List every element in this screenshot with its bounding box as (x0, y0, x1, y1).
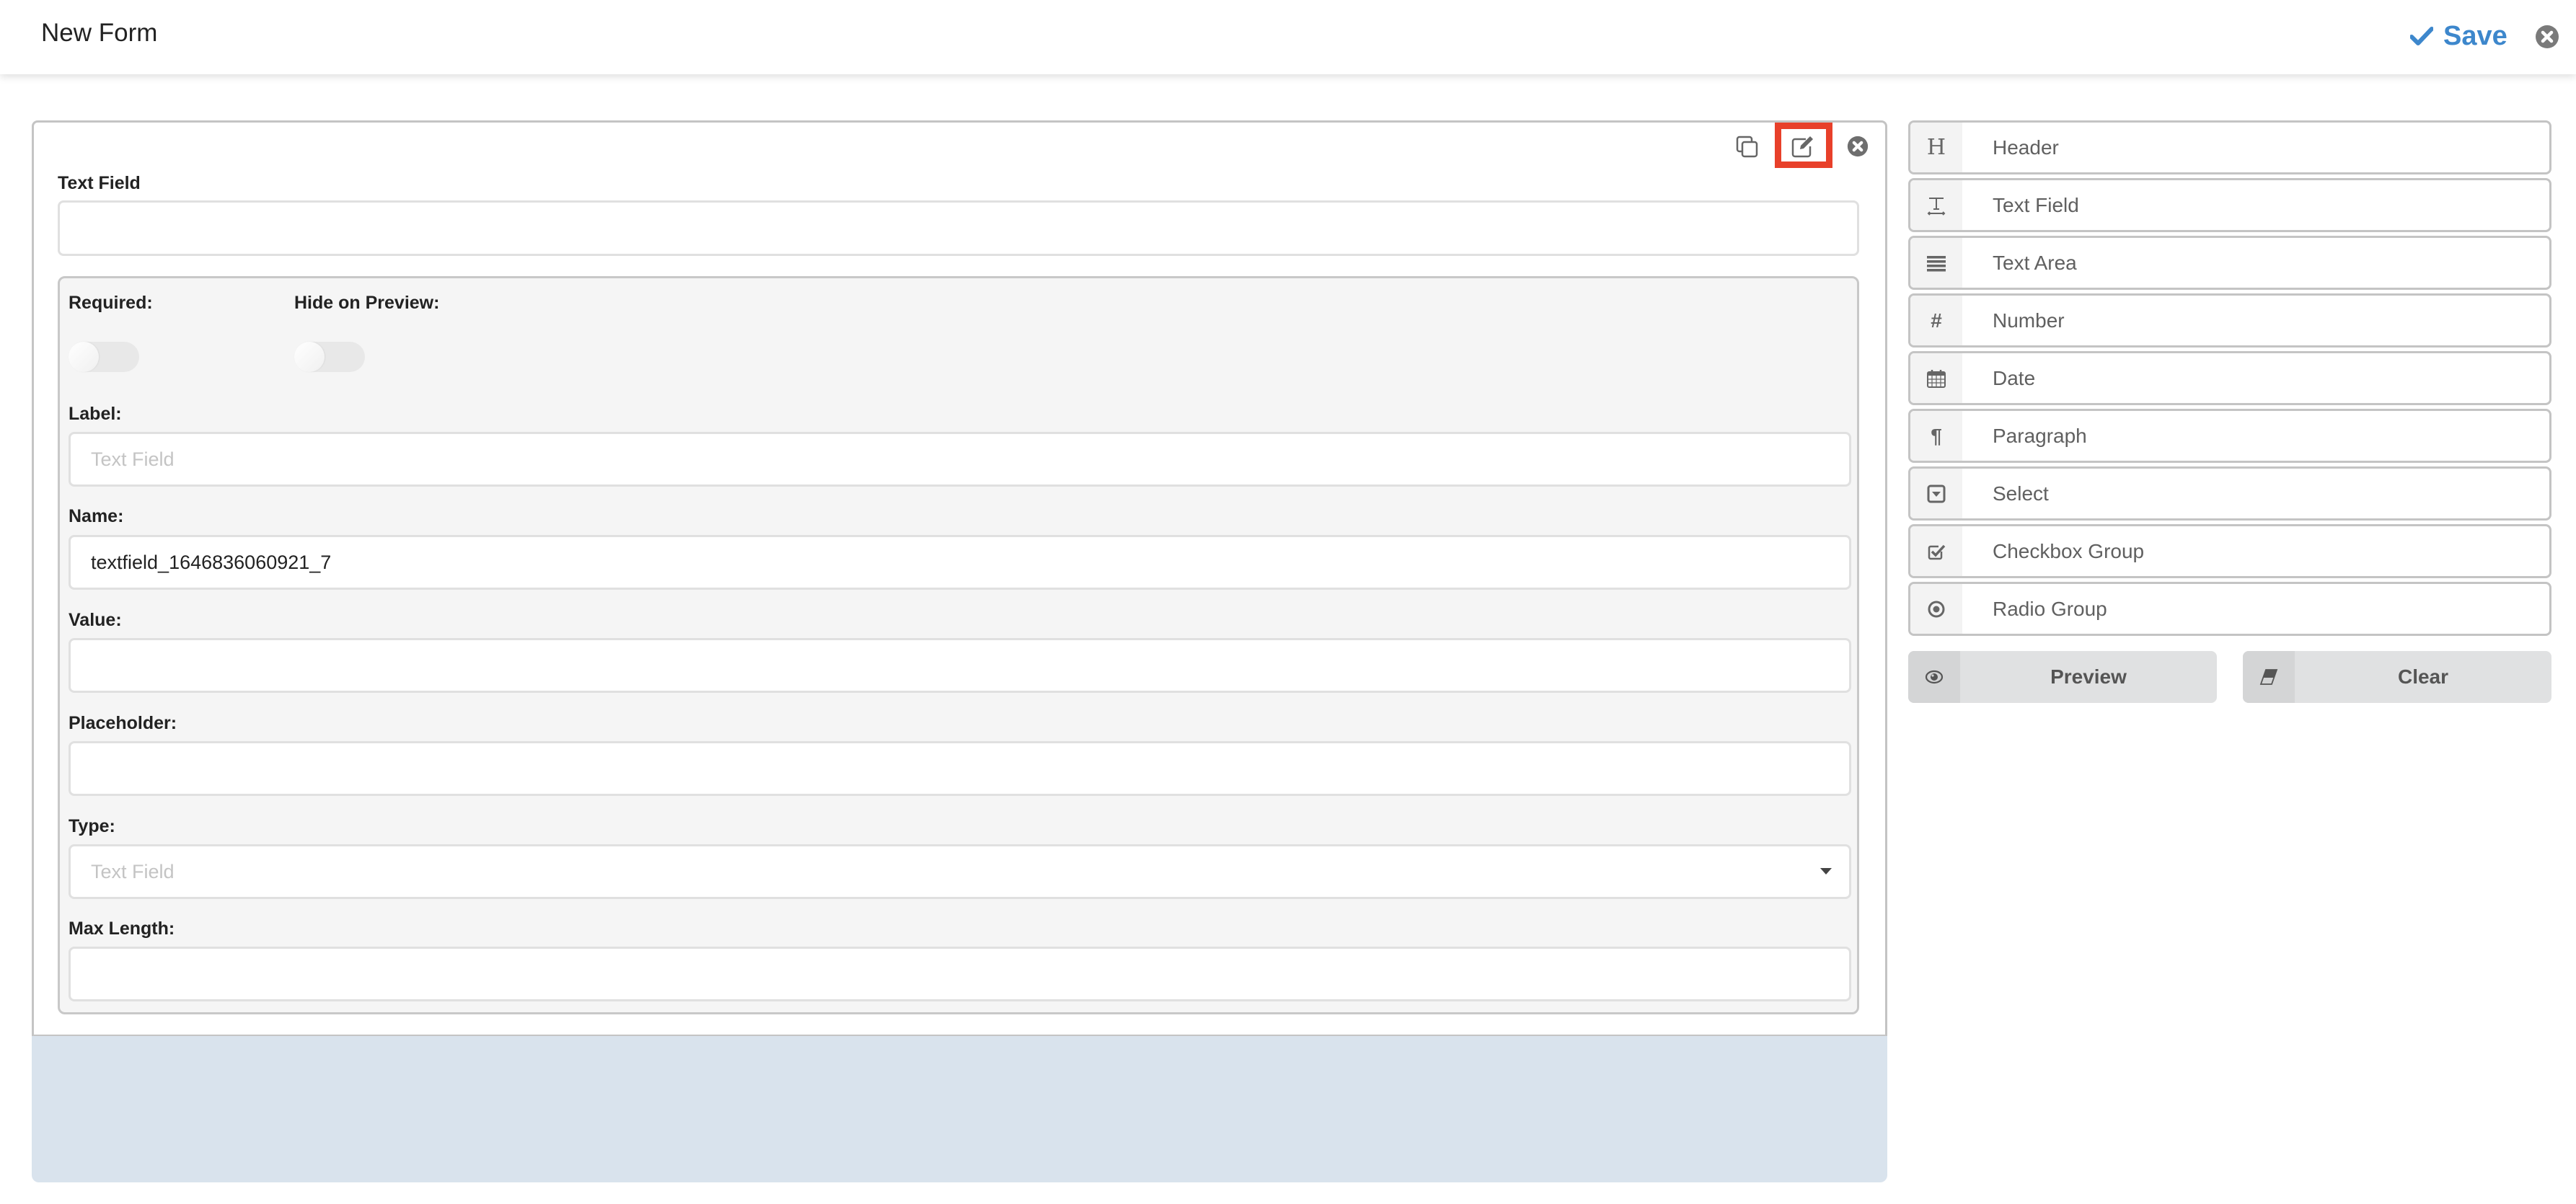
clear-button[interactable]: Clear (2243, 651, 2551, 703)
text-field-icon (1910, 180, 1962, 230)
close-form-button[interactable] (2535, 25, 2559, 49)
field-editor-panel: Required: Hide on Preview: Label: Text F… (58, 276, 1859, 1014)
toolbox-item-date[interactable]: Date (1908, 351, 2551, 405)
max-length-field-label: Max Length: (69, 919, 175, 939)
field-preview-label: Text Field (58, 173, 141, 193)
toolbox-item-radio-group[interactable]: Radio Group (1908, 582, 2551, 636)
checkmark-icon (2410, 27, 2433, 45)
placeholder-input[interactable] (69, 741, 1851, 796)
radio-icon (1910, 584, 1962, 634)
toolbox-item-label: Date (1993, 366, 2036, 389)
max-length-input[interactable] (69, 947, 1851, 1001)
toolbox-item-label: Text Field (1993, 193, 2079, 216)
type-select[interactable]: Text Field (69, 844, 1851, 899)
toolbox-item-paragraph[interactable]: ¶ Paragraph (1908, 409, 2551, 463)
hide-on-preview-toggle[interactable] (294, 342, 365, 372)
paragraph-icon: ¶ (1910, 411, 1962, 461)
form-dropzone[interactable] (32, 1036, 1887, 1182)
edit-icon (1791, 136, 1813, 158)
toolbox-item-checkbox-group[interactable]: Checkbox Group (1908, 524, 2551, 578)
name-field-label: Name: (69, 506, 124, 526)
toolbox-item-label: Text Area (1993, 251, 2077, 274)
hide-on-preview-label: Hide on Preview: (294, 293, 440, 313)
eye-icon (1908, 651, 1960, 703)
eraser-icon (2243, 651, 2295, 703)
copy-icon (1736, 136, 1758, 158)
type-select-value: Text Field (91, 860, 175, 882)
name-input[interactable]: textfield_1646836060921_7 (69, 535, 1851, 590)
required-label: Required: (69, 293, 153, 313)
value-input[interactable] (69, 638, 1851, 693)
toolbox-item-label: Radio Group (1993, 597, 2107, 620)
toolbox-item-text-field[interactable]: Text Field (1908, 178, 2551, 232)
text-area-icon (1910, 238, 1962, 288)
toolbox-item-header[interactable]: H Header (1908, 120, 2551, 174)
type-field-label: Type: (69, 816, 115, 836)
number-icon: # (1910, 296, 1962, 345)
toolbox-item-select[interactable]: Select (1908, 466, 2551, 521)
close-circle-icon (2536, 25, 2559, 48)
toggle-knob (294, 342, 325, 372)
toolbox-item-text-area[interactable]: Text Area (1908, 236, 2551, 290)
label-input[interactable]: Text Field (69, 432, 1851, 487)
preview-button[interactable]: Preview (1908, 651, 2217, 703)
toolbox-item-label: Number (1993, 309, 2065, 332)
label-field-label: Label: (69, 404, 122, 424)
remove-button[interactable] (1846, 135, 1869, 158)
required-toggle[interactable] (69, 342, 139, 372)
select-icon (1910, 469, 1962, 518)
preview-label: Preview (2050, 665, 2127, 688)
save-button[interactable]: Save (2410, 17, 2507, 55)
toggle-knob (69, 342, 99, 372)
toolbox-item-label: Header (1993, 136, 2059, 159)
header-icon: H (1910, 123, 1962, 172)
checkbox-icon (1910, 526, 1962, 576)
toolbox-item-number[interactable]: # Number (1908, 293, 2551, 348)
toolbox-item-label: Checkbox Group (1993, 539, 2145, 562)
page-title: New Form (41, 19, 158, 47)
placeholder-field-label: Placeholder: (69, 713, 177, 733)
toolbox-item-label: Paragraph (1993, 424, 2087, 447)
duplicate-button[interactable] (1734, 134, 1760, 160)
remove-icon (1847, 136, 1869, 157)
toolbox-item-label: Select (1993, 482, 2049, 505)
save-label: Save (2443, 20, 2507, 51)
value-field-label: Value: (69, 610, 122, 630)
calendar-icon (1910, 353, 1962, 403)
field-preview-input[interactable] (58, 200, 1859, 256)
caret-down-icon (1820, 868, 1832, 875)
clear-label: Clear (2397, 665, 2449, 688)
top-bar: New Form Save (0, 0, 2576, 74)
edit-button[interactable] (1790, 133, 1816, 159)
